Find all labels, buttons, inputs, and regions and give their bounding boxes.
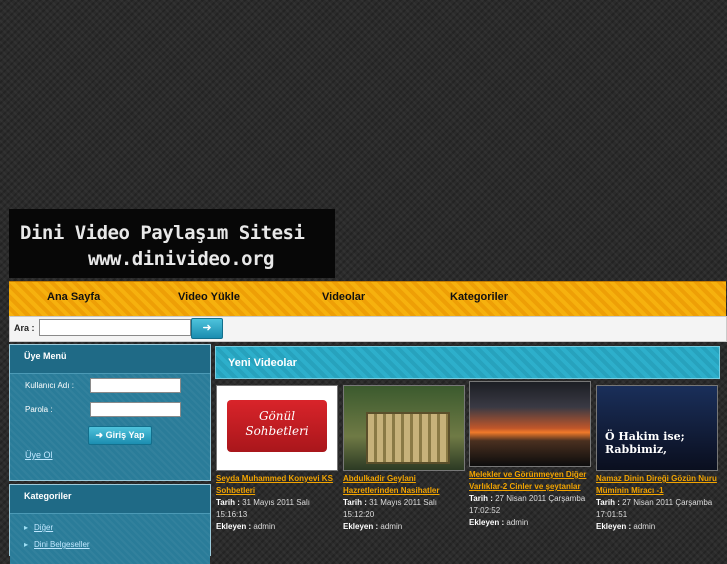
arrow-right-icon: ➜	[202, 322, 212, 334]
nav-home[interactable]: Ana Sayfa	[47, 291, 100, 303]
logo-title: Dini Video Paylaşım Sitesi	[20, 222, 305, 244]
date-label: Tarih :	[216, 498, 240, 507]
main-nav: Ana Sayfa Video Yükle Videolar Kategoril…	[9, 281, 726, 317]
site-logo[interactable]: Dini Video Paylaşım Sitesi www.dinivideo…	[9, 209, 335, 278]
date-label: Tarih :	[343, 498, 367, 507]
video-card: Ö Hakim ise; Rabbimiz, Namaz Dinin Direğ…	[596, 385, 720, 533]
video-thumbnail[interactable]	[469, 381, 591, 467]
logo-url: www.dinivideo.org	[88, 248, 274, 270]
password-field[interactable]	[90, 402, 181, 417]
nav-videos[interactable]: Videolar	[322, 291, 365, 303]
video-card: Gönül Sohbetleri Seyda Muhammed Konyevi …	[216, 385, 340, 533]
search-label: Ara :	[14, 323, 35, 333]
video-title[interactable]: Seyda Muhammed Konyevi KS Sohbetleri	[216, 473, 340, 497]
categories-list: ▸ Diğer ▸ Dini Belgeseller	[10, 513, 210, 564]
nav-categories[interactable]: Kategoriler	[450, 291, 508, 303]
video-card: Melekler ve Görünmeyen Diğer Varlıklar-2…	[469, 381, 593, 529]
login-button[interactable]: ➜ Giriş Yap	[88, 426, 152, 445]
new-videos-header: Yeni Videolar	[215, 346, 720, 379]
date-label: Tarih :	[469, 494, 493, 503]
password-label: Parola :	[25, 405, 53, 414]
added-by-label: Ekleyen :	[216, 522, 252, 531]
categories-panel-title: Kategoriler	[24, 491, 72, 501]
bullet-arrow-icon: ▸	[24, 523, 29, 532]
tomb-image	[366, 412, 450, 464]
categories-panel: Kategoriler ▸ Diğer ▸ Dini Belgeseller	[9, 484, 211, 564]
video-card: Abdulkadir Geylani Hazretlerinden Nasiha…	[343, 385, 467, 533]
date-label: Tarih :	[596, 498, 620, 507]
member-panel: Üye Menü Kullanıcı Adı : Parola : ➜ Giri…	[9, 344, 211, 481]
video-author: admin	[253, 522, 276, 531]
category-item[interactable]: ▸ Diğer	[24, 523, 53, 532]
section-title: Yeni Videolar	[228, 357, 297, 369]
video-thumbnail[interactable]: Gönül Sohbetleri	[216, 385, 338, 471]
username-label: Kullanıcı Adı :	[25, 381, 74, 390]
search-button[interactable]: ➜	[191, 318, 223, 339]
arrow-right-icon: ➜	[95, 430, 104, 440]
video-title[interactable]: Namaz Dinin Direği Gözün Nuru Müminin Mi…	[596, 473, 720, 497]
video-author: admin	[380, 522, 403, 531]
login-button-label: Giriş Yap	[105, 430, 145, 440]
search-input[interactable]	[39, 319, 191, 336]
video-title[interactable]: Melekler ve Görünmeyen Diğer Varlıklar-2…	[469, 469, 593, 493]
added-by-label: Ekleyen :	[469, 518, 505, 527]
signup-link[interactable]: Üye Ol	[25, 450, 53, 460]
video-title[interactable]: Abdulkadir Geylani Hazretlerinden Nasiha…	[343, 473, 467, 497]
login-form: Kullanıcı Adı : Parola : ➜ Giriş Yap Üye…	[10, 373, 210, 480]
video-author: admin	[633, 522, 656, 531]
thumbnail-text: Gönül Sohbetleri	[227, 400, 327, 452]
member-panel-title: Üye Menü	[24, 351, 67, 361]
added-by-label: Ekleyen :	[343, 522, 379, 531]
thumbnail-text: Ö Hakim ise; Rabbimiz,	[605, 430, 685, 456]
video-thumbnail[interactable]	[343, 385, 465, 471]
username-field[interactable]	[90, 378, 181, 393]
search-bar: Ara : ➜	[9, 316, 727, 342]
nav-upload-video[interactable]: Video Yükle	[178, 291, 240, 303]
video-thumbnail[interactable]: Ö Hakim ise; Rabbimiz,	[596, 385, 718, 471]
video-author: admin	[506, 518, 529, 527]
added-by-label: Ekleyen :	[596, 522, 632, 531]
